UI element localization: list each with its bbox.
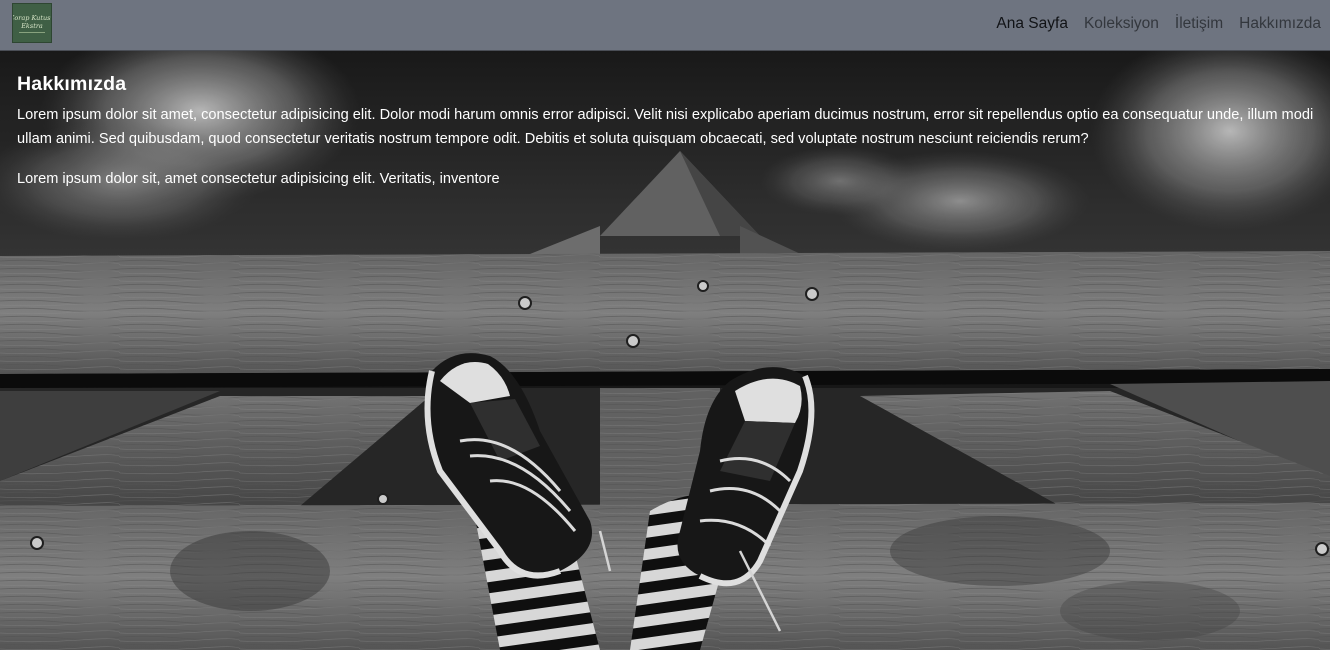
navbar: Çorap Kutusu Ekstra Ana Sayfa Koleksiyon… [0, 0, 1330, 51]
logo-divider [19, 31, 45, 33]
nav-link-home[interactable]: Ana Sayfa [996, 15, 1068, 33]
nav-menu: Ana Sayfa Koleksiyon İletişim Hakkımızda [996, 0, 1321, 47]
logo-text-line1: Çorap Kutusu [13, 13, 51, 22]
about-title: Hakkımızda [17, 73, 127, 95]
page: Çorap Kutusu Ekstra Ana Sayfa Koleksiyon… [0, 0, 1330, 650]
nav-link-about[interactable]: Hakkımızda [1239, 15, 1321, 33]
nav-link-contact[interactable]: İletişim [1175, 15, 1223, 33]
nav-link-collection[interactable]: Koleksiyon [1084, 15, 1159, 33]
about-paragraph-2: Lorem ipsum dolor sit, amet consectetur … [17, 171, 500, 187]
about-paragraph-1: Lorem ipsum dolor sit amet, consectetur … [17, 107, 1314, 147]
logo-text-line2: Ekstra [21, 21, 43, 30]
brand-logo[interactable]: Çorap Kutusu Ekstra [12, 3, 52, 43]
about-section: Hakkımızda Lorem ipsum dolor sit amet, c… [17, 73, 1317, 207]
